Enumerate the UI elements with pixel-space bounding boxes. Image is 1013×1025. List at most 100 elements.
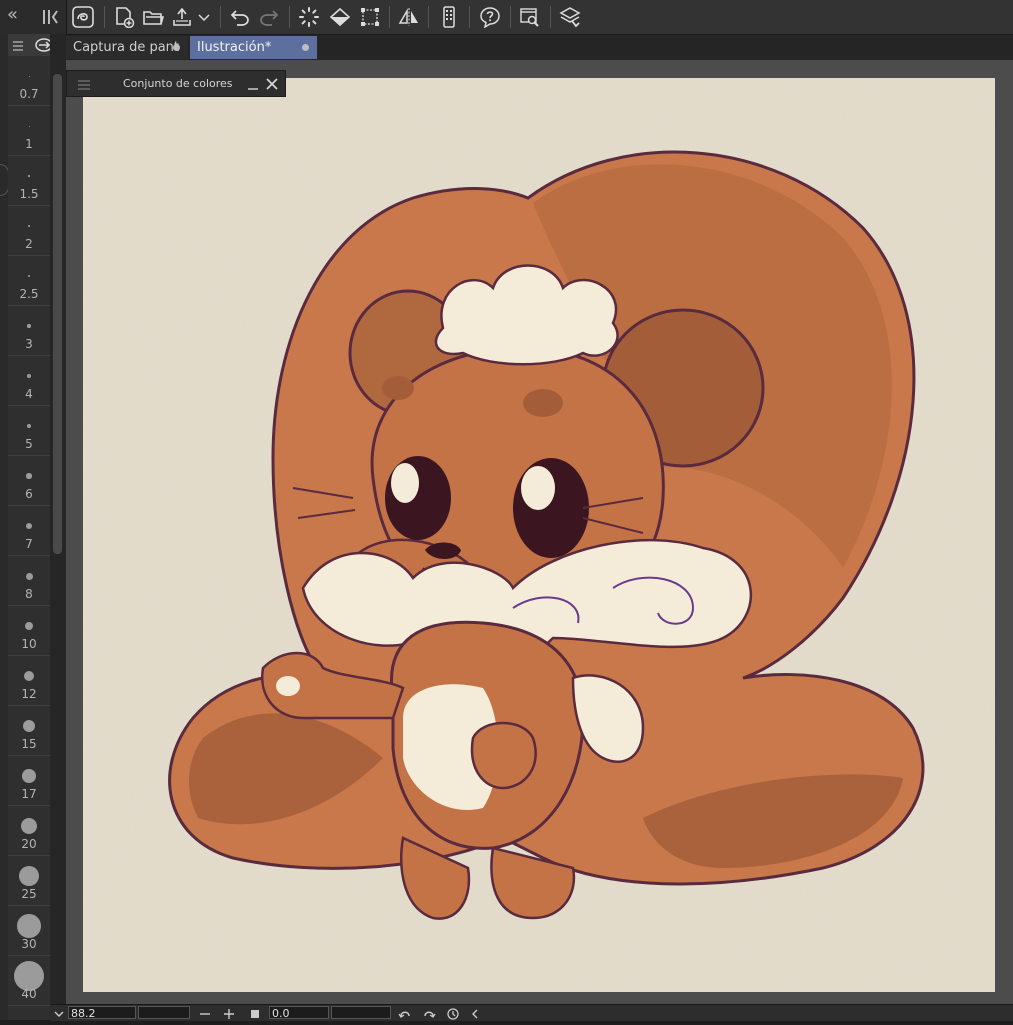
document-tab-bar: Captura de pant Ilustración*	[66, 35, 1013, 60]
brush-size-preview-dot	[28, 175, 30, 177]
zoom-out-icon[interactable]	[198, 1006, 212, 1020]
brush-size-item[interactable]: 2.5	[8, 256, 50, 306]
brush-size-label: 10	[21, 637, 37, 651]
brush-size-label: 7	[25, 537, 33, 551]
tab-label: Captura de pant	[73, 40, 180, 55]
chevron-left-icon[interactable]	[468, 1006, 482, 1020]
undo-icon[interactable]	[227, 4, 253, 30]
brush-size-label: 30	[21, 937, 37, 951]
toolbar-separator	[220, 6, 221, 28]
brush-size-label: 4	[25, 387, 33, 401]
brush-size-item[interactable]: 5	[8, 406, 50, 456]
brush-size-label: 8	[25, 587, 33, 601]
collapse-panel-button[interactable]: «	[7, 4, 18, 25]
brush-size-item[interactable]: 15	[8, 706, 50, 756]
brush-size-item[interactable]: 20	[8, 806, 50, 856]
brush-size-label: 6	[25, 487, 33, 501]
brush-size-item[interactable]: 4	[8, 356, 50, 406]
brush-size-item[interactable]: 0.7	[8, 56, 50, 106]
brush-size-label: 0.7	[19, 87, 39, 101]
fit-view-icon[interactable]	[248, 1006, 262, 1020]
brush-size-item[interactable]: 12	[8, 656, 50, 706]
panel-menu-icon[interactable]	[77, 77, 91, 91]
toolbar-separator	[389, 6, 390, 28]
tab-captura[interactable]: Captura de pant	[66, 36, 188, 59]
brush-size-item[interactable]: 6	[8, 456, 50, 506]
export-icon[interactable]	[169, 4, 195, 30]
brush-size-item[interactable]: 7	[8, 506, 50, 556]
redo-icon[interactable]	[256, 4, 282, 30]
brush-size-item[interactable]: 17	[8, 756, 50, 806]
brush-size-label: 25	[21, 887, 37, 901]
rotation-slider[interactable]	[331, 1006, 391, 1019]
app-icon[interactable]	[70, 4, 96, 30]
panel-menu-icon[interactable]	[12, 38, 24, 52]
brush-size-item[interactable]: 1	[8, 106, 50, 156]
help-icon[interactable]	[477, 4, 503, 30]
transform-icon[interactable]	[357, 4, 383, 30]
scrollbar-thumb[interactable]	[53, 74, 62, 554]
brush-size-item[interactable]: 10	[8, 606, 50, 656]
zoom-in-icon[interactable]	[222, 1006, 236, 1020]
brush-size-preview-dot	[25, 572, 33, 580]
brush-size-item[interactable]: 25	[8, 856, 50, 906]
brush-size-preview-dot	[27, 324, 31, 328]
brush-size-panel-header	[8, 34, 53, 56]
brush-size-item[interactable]: 40	[8, 956, 50, 1006]
drawing-canvas[interactable]	[83, 78, 995, 992]
rotate-left-icon[interactable]	[398, 1006, 412, 1020]
brush-size-label: 1	[25, 137, 33, 151]
reset-rotation-icon[interactable]	[446, 1006, 460, 1020]
toolbar-separator	[469, 6, 470, 28]
toolbar-separator	[289, 6, 290, 28]
layers-icon[interactable]	[557, 4, 583, 30]
smartphone-icon[interactable]	[436, 4, 462, 30]
brush-size-item[interactable]: 1.5	[8, 156, 50, 206]
panel-menu-icon[interactable]	[41, 8, 61, 26]
brush-size-preview-dot	[25, 522, 33, 530]
brush-size-scrollbar[interactable]	[50, 34, 66, 1020]
tab-ilustracion[interactable]: Ilustración*	[190, 36, 317, 59]
brush-size-preview-dot	[27, 374, 31, 378]
color-set-panel[interactable]: Conjunto de colores	[66, 70, 286, 97]
brush-size-label: 2.5	[19, 287, 39, 301]
fill-icon[interactable]	[327, 4, 353, 30]
brush-size-preview-dot	[21, 818, 37, 834]
toolbar-separator	[104, 6, 105, 28]
new-file-icon[interactable]	[111, 4, 137, 30]
brush-size-preview-dot	[22, 719, 36, 733]
brush-size-label: 17	[21, 787, 37, 801]
brush-size-preview-dot	[22, 769, 36, 783]
search-icon[interactable]	[517, 4, 543, 30]
close-icon[interactable]	[265, 76, 279, 90]
dropdown-arrow-icon[interactable]	[196, 4, 212, 30]
brush-size-panel: 0.7 1 1.5 2 2.5 3 4 5 6 7 8 10 12 15 17 20 25 30 40	[8, 34, 53, 1020]
tab-label: Ilustración*	[197, 40, 272, 55]
brush-size-preview-dot	[26, 473, 32, 479]
brush-size-preview-dot	[24, 671, 34, 681]
rotation-field[interactable]: 0.0	[269, 1006, 329, 1020]
tab-close-dot[interactable]	[173, 44, 180, 51]
status-bar: 88.2 0.0	[50, 1004, 1013, 1021]
brush-size-label: 12	[21, 687, 37, 701]
rotate-right-icon[interactable]	[422, 1006, 436, 1020]
squirrel-illustration	[83, 78, 995, 992]
brush-size-label: 5	[25, 437, 33, 451]
canvas-area[interactable]	[66, 60, 1013, 1004]
brush-size-item[interactable]: 3	[8, 306, 50, 356]
zoom-slider[interactable]	[138, 1006, 190, 1019]
toolbar-separator	[428, 6, 429, 28]
brush-size-preview-dot	[28, 225, 30, 227]
tab-close-dot[interactable]	[302, 44, 309, 51]
minimize-icon[interactable]	[247, 76, 259, 90]
brush-size-item[interactable]: 2	[8, 206, 50, 256]
brush-size-item[interactable]: 30	[8, 906, 50, 956]
flip-horizontal-icon[interactable]	[396, 4, 422, 30]
zoom-field[interactable]: 88.2	[68, 1006, 136, 1020]
brush-size-label: 15	[21, 737, 37, 751]
brush-size-item[interactable]: 8	[8, 556, 50, 606]
left-edge-strip	[0, 34, 9, 1020]
loading-spinner-icon[interactable]	[296, 4, 322, 30]
chevron-down-icon[interactable]	[52, 1006, 66, 1020]
open-folder-icon[interactable]	[140, 4, 166, 30]
